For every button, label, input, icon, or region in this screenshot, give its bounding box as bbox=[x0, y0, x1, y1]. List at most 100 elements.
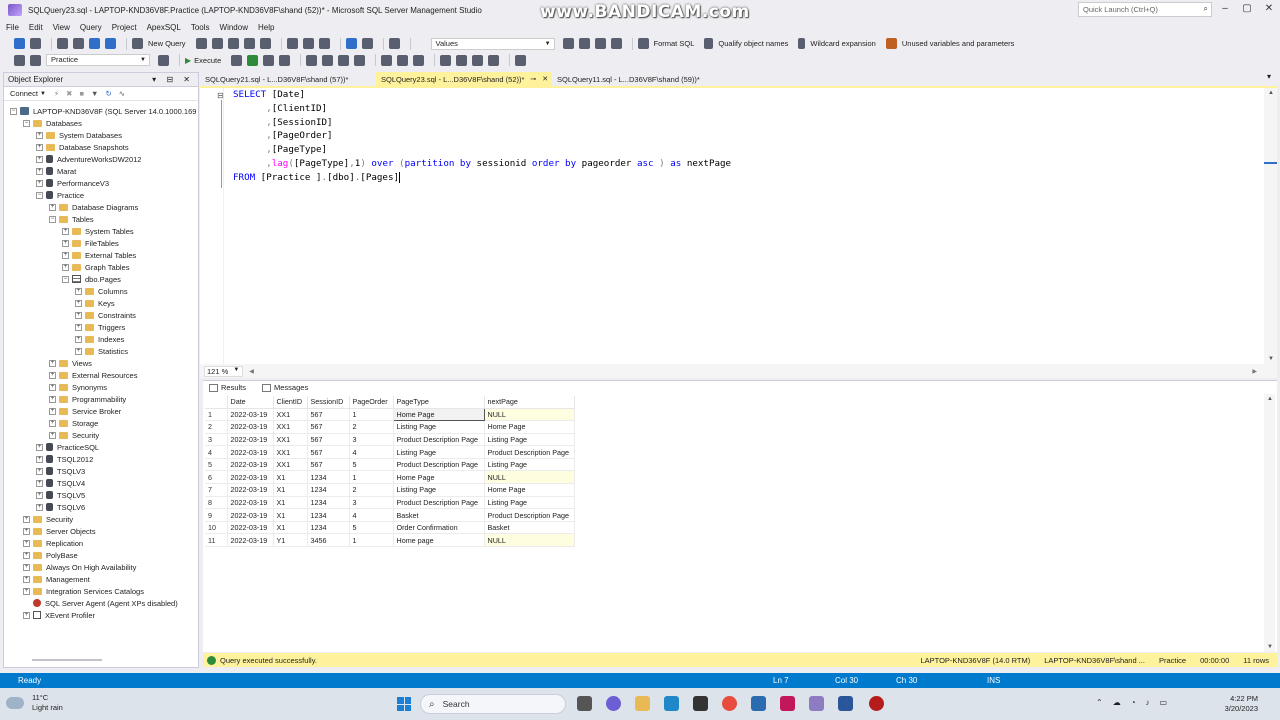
tree-node[interactable]: + Indexes bbox=[75, 333, 124, 345]
results-vertical-scrollbar[interactable]: ▲ ▼ bbox=[1264, 394, 1275, 652]
expand-icon[interactable]: + bbox=[36, 155, 43, 163]
include-plan-icon[interactable] bbox=[322, 54, 334, 66]
expand-icon[interactable]: + bbox=[36, 467, 43, 475]
table-cell[interactable]: 567 bbox=[307, 420, 350, 434]
table-cell[interactable]: Home Page bbox=[484, 483, 575, 497]
table-cell[interactable]: Home Page bbox=[484, 420, 575, 434]
table-cell[interactable]: 2022-03-19 bbox=[227, 496, 274, 510]
tree-node[interactable]: + Security bbox=[49, 429, 99, 441]
row-number[interactable]: 1 bbox=[205, 408, 228, 422]
expand-icon[interactable]: + bbox=[23, 611, 30, 619]
code-line[interactable]: ,[PageType] bbox=[233, 143, 327, 157]
table-cell[interactable]: X1 bbox=[273, 521, 308, 535]
tree-node[interactable]: + TSQLV5 bbox=[36, 489, 85, 501]
grid-column-header[interactable]: ClientID bbox=[273, 396, 308, 409]
expand-icon[interactable]: + bbox=[49, 431, 56, 439]
table-cell[interactable]: 2022-03-19 bbox=[227, 508, 274, 522]
table-cell[interactable]: 2022-03-19 bbox=[227, 445, 274, 459]
snipping-tool-icon[interactable] bbox=[780, 696, 795, 711]
tree-node[interactable]: + Management bbox=[23, 573, 90, 585]
connect-icon[interactable]: ⚡ bbox=[54, 89, 59, 98]
expand-icon[interactable]: + bbox=[75, 299, 82, 307]
tree-node[interactable]: + Storage bbox=[49, 417, 98, 429]
code-line[interactable]: ,[SessionID] bbox=[233, 116, 332, 130]
expand-icon[interactable]: + bbox=[49, 419, 56, 427]
tree-node[interactable]: + Security bbox=[23, 513, 73, 525]
xmla-query-icon[interactable] bbox=[243, 38, 255, 49]
table-cell[interactable]: XX1 bbox=[273, 420, 308, 434]
format-sql-button[interactable]: Format SQL bbox=[654, 39, 695, 48]
tree-node[interactable]: + PracticeSQL bbox=[36, 441, 99, 453]
table-cell[interactable]: 1234 bbox=[307, 508, 350, 522]
code-line[interactable]: ,lag([PageType],1) over (partition by se… bbox=[233, 157, 731, 171]
tree-node[interactable]: + XEvent Profiler bbox=[23, 609, 95, 621]
database-engine-query-icon[interactable] bbox=[195, 38, 207, 49]
save-all-icon[interactable] bbox=[105, 38, 116, 49]
collapse-icon[interactable]: − bbox=[62, 275, 69, 283]
row-number[interactable]: 10 bbox=[205, 521, 228, 535]
table-cell[interactable]: 2 bbox=[349, 483, 394, 497]
tree-node[interactable]: + Statistics bbox=[75, 345, 128, 357]
table-cell[interactable]: Order Confirmation bbox=[393, 521, 485, 535]
menu-project[interactable]: Project bbox=[112, 23, 137, 32]
refresh-icon[interactable]: ↻ bbox=[105, 89, 111, 98]
table-cell[interactable]: 3456 bbox=[307, 533, 350, 548]
table-row[interactable]: 8 2022-03-19 X1 1234 3 Product Description Pa… bbox=[205, 496, 575, 510]
table-row[interactable]: 11 2022-03-19 Y1 3456 1 Home page NULL bbox=[205, 533, 575, 548]
table-cell[interactable]: XX1 bbox=[273, 458, 308, 472]
table-cell[interactable]: Basket bbox=[393, 508, 485, 522]
table-cell[interactable]: Listing Page bbox=[484, 433, 575, 447]
tree-node[interactable]: + Database Snapshots bbox=[36, 141, 129, 153]
dmx-query-icon[interactable] bbox=[227, 38, 239, 49]
table-cell[interactable]: Listing Page bbox=[393, 445, 485, 459]
cut-icon[interactable] bbox=[286, 38, 298, 49]
table-row[interactable]: 3 2022-03-19 XX1 567 3 Product Description Pa… bbox=[205, 433, 575, 447]
new-project-icon[interactable] bbox=[57, 38, 68, 49]
table-cell[interactable]: XX1 bbox=[273, 408, 308, 422]
table-cell[interactable]: 567 bbox=[307, 458, 350, 472]
panel-controls[interactable]: ▾ ⊟ ✕ bbox=[152, 75, 194, 84]
grid-corner[interactable] bbox=[205, 396, 228, 409]
expand-icon[interactable]: + bbox=[49, 395, 56, 403]
wifi-icon[interactable]: ◔ bbox=[1131, 698, 1136, 707]
table-cell[interactable]: 2022-03-19 bbox=[227, 458, 274, 472]
tree-node[interactable]: + Service Broker bbox=[49, 405, 121, 417]
word-icon[interactable] bbox=[838, 696, 853, 711]
expand-icon[interactable]: + bbox=[36, 179, 43, 187]
stop-icon[interactable]: ■ bbox=[79, 89, 84, 98]
dax-query-icon[interactable] bbox=[259, 38, 271, 49]
table-cell[interactable]: 2022-03-19 bbox=[227, 521, 274, 535]
row-number[interactable]: 8 bbox=[205, 496, 228, 510]
tree-node[interactable]: − Practice bbox=[36, 189, 84, 201]
grid-column-header[interactable]: PageOrder bbox=[349, 396, 394, 409]
tree-node[interactable]: + External Tables bbox=[62, 249, 136, 261]
table-cell[interactable]: X1 bbox=[273, 508, 308, 522]
execute-button[interactable]: Execute bbox=[194, 56, 221, 65]
table-cell[interactable]: 2022-03-19 bbox=[227, 433, 274, 447]
table-cell[interactable]: NULL bbox=[484, 408, 575, 422]
tree-node[interactable]: + AdventureWorksDW2012 bbox=[36, 153, 141, 165]
tree-node[interactable]: + Views bbox=[49, 357, 92, 369]
tab-results[interactable]: Results bbox=[209, 383, 246, 392]
table-row[interactable]: 4 2022-03-19 XX1 567 4 Listing Page Product De… bbox=[205, 445, 575, 459]
tab-sqlquery11[interactable]: SQLQuery11.sql - L...D36V8F\shand (59))* bbox=[552, 72, 728, 86]
table-row[interactable]: 2 2022-03-19 XX1 567 2 Listing Page Home Page bbox=[205, 420, 575, 434]
table-cell[interactable]: Listing Page bbox=[393, 420, 485, 434]
tree-node[interactable]: + Columns bbox=[75, 285, 128, 297]
row-number[interactable]: 5 bbox=[205, 458, 228, 472]
taskbar-search[interactable]: ⌕ Search bbox=[420, 694, 566, 714]
tree-node[interactable]: + PerformanceV3 bbox=[36, 177, 109, 189]
available-databases-select[interactable]: Practice ▼ bbox=[46, 54, 150, 66]
tab-sqlquery21[interactable]: SQLQuery21.sql - L...D36V8F\shand (57))* bbox=[200, 72, 376, 86]
expand-icon[interactable]: + bbox=[62, 239, 69, 247]
table-cell[interactable]: 5 bbox=[349, 521, 394, 535]
table-cell[interactable]: 3 bbox=[349, 496, 394, 510]
object-explorer-icon[interactable] bbox=[578, 38, 590, 49]
edge-browser-icon[interactable] bbox=[664, 696, 679, 711]
table-cell[interactable]: 4 bbox=[349, 508, 394, 522]
table-cell[interactable]: Product Description Page bbox=[393, 458, 485, 472]
expand-icon[interactable]: + bbox=[62, 263, 69, 271]
row-number[interactable]: 4 bbox=[205, 445, 228, 459]
grid-column-header[interactable]: nextPage bbox=[484, 396, 575, 409]
collapse-icon[interactable]: − bbox=[10, 107, 17, 115]
